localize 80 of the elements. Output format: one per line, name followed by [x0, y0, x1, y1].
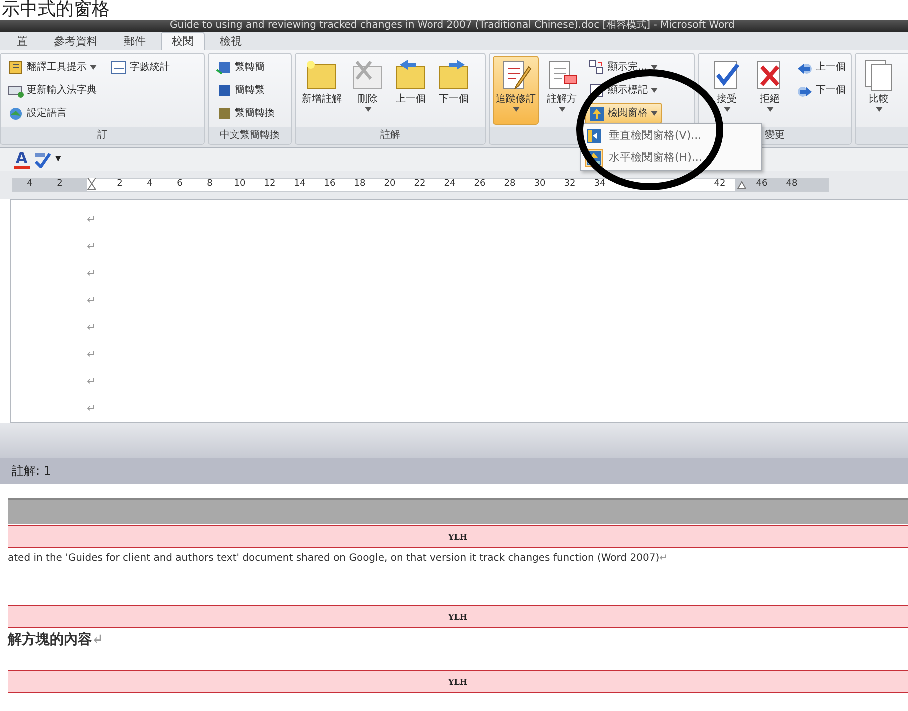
ruler-number: 26 — [473, 178, 487, 192]
comment-author-bar: YLH — [8, 605, 908, 628]
ribbon-button[interactable]: 繁簡轉換 — [212, 103, 279, 124]
ribbon-tab[interactable]: 檢視 — [209, 32, 253, 50]
review-pane-icon — [589, 106, 605, 122]
paragraph-mark: ↵ — [87, 294, 96, 307]
ruler-number: 48 — [785, 178, 799, 192]
menu-item[interactable]: 水平檢閱窗格(H)... — [582, 147, 760, 169]
paragraph-mark: ↵ — [87, 267, 96, 280]
ribbon-button[interactable]: 接受 — [707, 56, 747, 125]
ruler-number: 46 — [755, 178, 769, 192]
globe-icon — [8, 106, 24, 122]
paragraph-mark: ↵ — [87, 213, 96, 226]
ruler-number: 2 — [56, 178, 64, 192]
ruler-number: 2 — [116, 178, 124, 192]
ruler-number: 22 — [413, 178, 427, 192]
markup-icon — [589, 60, 605, 76]
ruler-number: 42 — [713, 178, 727, 192]
comment-text: ated in the 'Guides for client and authors text' document shared on Google, on that version it track changes function (Word 2007) — [8, 553, 660, 564]
ribbon-button[interactable]: 繁轉簡 — [212, 57, 279, 78]
ruler-number: 30 — [533, 178, 547, 192]
ruler-number: 10 — [233, 178, 247, 192]
paragraph-mark: ↵ — [87, 348, 96, 361]
ruler-number: 14 — [293, 178, 307, 192]
ribbon-button[interactable]: 上一個 — [391, 56, 431, 125]
ribbon-button[interactable]: 字數統計 — [107, 57, 174, 78]
ribbon-button[interactable]: 簡轉繁 — [212, 80, 279, 101]
ribbon-button[interactable]: 更新輸入法字典 — [4, 80, 101, 101]
ribbon-button[interactable]: 拒絕 — [750, 56, 790, 125]
comment-text: 解方塊的內容 — [8, 632, 92, 648]
ruler-number: 34 — [593, 178, 607, 192]
caption-text: 示中式的窗格 — [1, 0, 111, 20]
ruler-number: 32 — [563, 178, 577, 192]
ribbon-button[interactable]: 翻譯工具提示 — [4, 57, 101, 78]
ribbon-button[interactable]: 刪除 — [348, 56, 388, 125]
ruler-number: 18 — [353, 178, 367, 192]
group-label: 訂 — [1, 127, 204, 144]
ribbon-button[interactable]: 註解方 — [542, 56, 582, 125]
ruler-number: 8 — [206, 178, 214, 192]
word-count-icon — [111, 60, 127, 76]
spelling-check-icon — [34, 152, 52, 168]
ribbon-button[interactable]: 上一個 — [793, 57, 850, 78]
paragraph-mark: ↵ — [87, 240, 96, 253]
paragraph-mark: ↵ — [92, 632, 104, 648]
comment-count: 註解: 1 — [12, 464, 52, 478]
comment-author-bar: YLH — [8, 525, 908, 548]
group-label: 註解 — [296, 127, 485, 144]
book-icon — [8, 60, 24, 76]
group-label: 中文繁簡轉換 — [209, 127, 291, 144]
paragraph-mark: ↵ — [660, 553, 668, 564]
ribbon-tab[interactable]: 置 — [6, 32, 39, 50]
ribbon-button[interactable]: 檢閱窗格 — [585, 103, 662, 124]
ribbon-tab[interactable]: 郵件 — [113, 32, 157, 50]
ribbon-button[interactable]: 追蹤修訂 — [493, 56, 539, 125]
comment-author-bar: YLH — [8, 670, 908, 693]
ruler-number: 12 — [263, 178, 277, 192]
ruler-number: 24 — [443, 178, 457, 192]
paragraph-mark: ↵ — [87, 402, 96, 415]
conversion-icon — [216, 106, 232, 122]
ribbon-button[interactable]: 顯示完... — [585, 57, 662, 78]
conversion-icon — [216, 60, 232, 76]
ruler-number: 6 — [176, 178, 184, 192]
conversion-icon — [216, 82, 232, 98]
paragraph-mark: ↵ — [87, 375, 96, 388]
ribbon-button[interactable]: 比較 — [859, 56, 899, 125]
ruler-number: 4 — [26, 178, 34, 192]
customize-toolbar-button[interactable]: ▾ — [56, 151, 62, 168]
ribbon-tab[interactable]: 校閱 — [161, 32, 205, 50]
ruler-number: 16 — [323, 178, 337, 192]
ruler-number: 4 — [146, 178, 154, 192]
ribbon-button[interactable]: 下一個 — [434, 56, 474, 125]
margin-marker-icon — [737, 181, 747, 189]
ribbon-button[interactable]: 設定語言 — [4, 103, 101, 124]
paragraph-mark: ↵ — [87, 321, 96, 334]
ruler-number: 20 — [383, 178, 397, 192]
group-label-bar — [856, 127, 908, 144]
ribbon-tab[interactable]: 參考資料 — [43, 32, 109, 50]
ribbon-button[interactable]: 新增註解 — [299, 56, 345, 125]
ribbon-button[interactable]: 下一個 — [793, 80, 850, 101]
ruler-number: 28 — [503, 178, 517, 192]
